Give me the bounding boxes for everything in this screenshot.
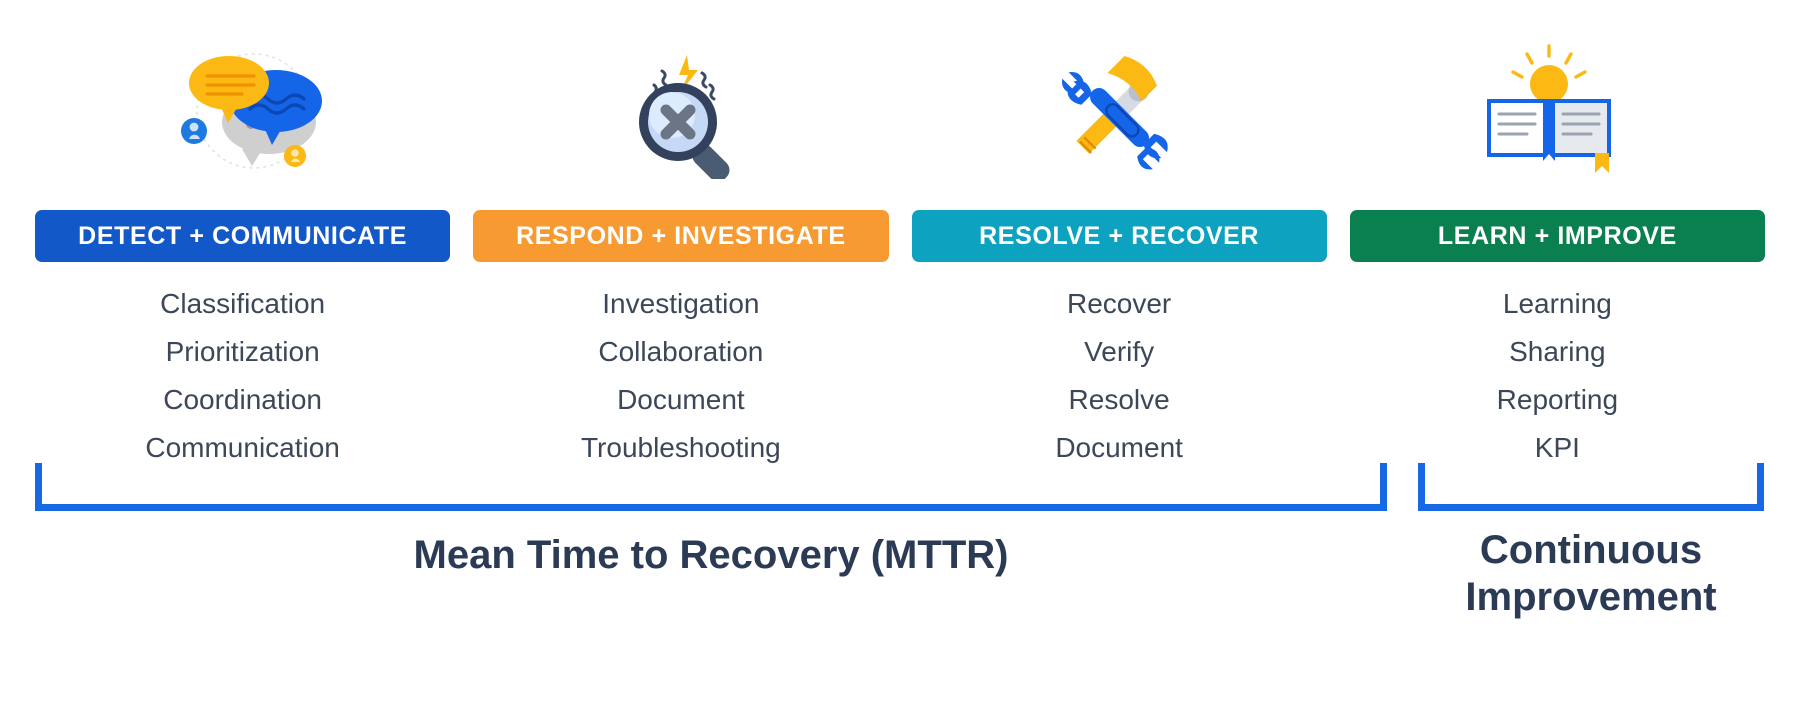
icon-cell-learn — [1333, 24, 1766, 179]
incident-lifecycle-diagram: DETECT + COMMUNICATE RESPOND + INVESTIGA… — [0, 0, 1800, 708]
lightbulb-book-icon — [1479, 44, 1619, 179]
continuous-improvement-bracket — [1418, 463, 1764, 511]
continuous-improvement-caption-line1: Continuous — [1479, 528, 1703, 572]
continuous-improvement-caption: Continuous Improvement — [1398, 527, 1784, 621]
list-item: Prioritization — [165, 336, 320, 367]
list-item: Classification — [160, 288, 326, 319]
lists-row: Classification Prioritization Coordinati… — [35, 280, 1765, 463]
icon-cell-detect — [35, 24, 468, 179]
mttr-bracket — [35, 463, 1387, 511]
list-item: Recover — [1066, 288, 1172, 319]
banner-detect-communicate[interactable]: DETECT + COMMUNICATE — [35, 210, 451, 262]
list-item: Coordination — [163, 384, 323, 415]
list-item: Resolve — [1068, 384, 1170, 415]
list-learn-improve: Learning Sharing Reporting KPI — [1350, 280, 1765, 463]
banner-row: DETECT + COMMUNICATE RESPOND + INVESTIGA… — [35, 210, 1765, 262]
icon-cell-resolve — [900, 24, 1333, 179]
banner-learn-improve[interactable]: LEARN + IMPROVE — [1349, 210, 1765, 262]
speech-bubbles-icon — [176, 49, 326, 179]
list-detect-communicate: Classification Prioritization Coordinati… — [35, 280, 450, 463]
list-item: Verify — [1084, 336, 1155, 367]
list-item: Document — [617, 384, 745, 415]
list-item: Sharing — [1509, 336, 1606, 367]
mttr-caption: Mean Time to Recovery (MTTR) — [413, 533, 1009, 577]
hammer-wrench-icon — [1051, 49, 1181, 179]
icon-cell-respond — [468, 24, 901, 179]
continuous-improvement-caption-line2: Improvement — [1465, 575, 1717, 620]
banner-respond-investigate[interactable]: RESPOND + INVESTIGATE — [473, 210, 889, 262]
list-item: Learning — [1502, 288, 1612, 319]
list-item: Reporting — [1496, 384, 1619, 415]
magnifier-error-icon — [624, 49, 744, 179]
list-item: Investigation — [602, 288, 760, 319]
icon-row — [35, 24, 1765, 179]
banner-resolve-recover[interactable]: RESOLVE + RECOVER — [911, 210, 1327, 262]
list-respond-investigate: Investigation Collaboration Document Tro… — [473, 280, 888, 463]
list-item: Collaboration — [598, 336, 764, 367]
list-resolve-recover: Recover Verify Resolve Document — [912, 280, 1327, 463]
